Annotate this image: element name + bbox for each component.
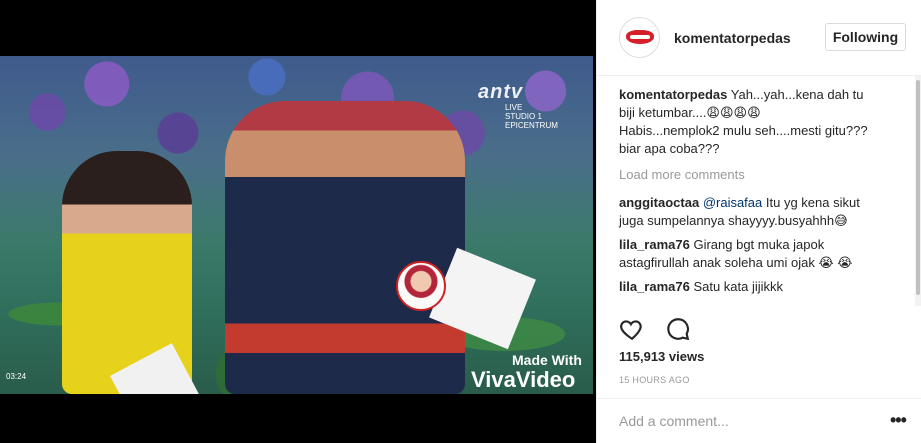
heart-icon[interactable] <box>619 316 645 342</box>
comment-icon[interactable] <box>665 316 691 342</box>
media-area: antv LIVE STUDIO 1 EPICENTRUM Made With … <box>0 0 596 443</box>
channel-live-badge: LIVE STUDIO 1 EPICENTRUM <box>505 103 558 130</box>
load-more-comments-link[interactable]: Load more comments <box>619 166 909 184</box>
post-username[interactable]: komentatorpedas <box>674 30 791 46</box>
post-side-panel: komentatorpedas Following komentatorpeda… <box>596 0 921 443</box>
caption-text: Yah...yah...kena dah tu <box>730 87 864 102</box>
man-figure <box>225 101 465 394</box>
comment-mention[interactable]: @raisafaa <box>703 195 762 210</box>
video-player[interactable]: antv LIVE STUDIO 1 EPICENTRUM Made With … <box>0 56 593 394</box>
comment-text: Girang bgt muka japok <box>689 237 825 252</box>
scrollbar-thumb[interactable] <box>916 80 920 295</box>
caption-text: biar apa coba??? <box>619 141 720 156</box>
comment-text: Itu yg kena sikut <box>762 195 860 210</box>
post-timestamp[interactable]: 15 HOURS AGO <box>619 375 690 385</box>
teeth-logo-icon <box>630 35 650 39</box>
comment-username[interactable]: anggitaoctaa <box>619 195 699 210</box>
comment-item: lila_rama76 Girang bgt muka japok astagf… <box>619 236 909 272</box>
more-options-icon[interactable]: ••• <box>890 410 907 431</box>
overlay-avatar-badge <box>396 261 446 311</box>
watermark-made-with: Made With <box>512 352 582 368</box>
views-count[interactable]: 115,913 views <box>619 349 704 364</box>
comments-list: komentatorpedas Yah...yah...kena dah tu … <box>619 86 909 302</box>
comment-bar: ••• <box>597 398 921 443</box>
avatar[interactable] <box>619 17 660 58</box>
add-comment-input[interactable] <box>619 413 869 429</box>
instagram-post-view: antv LIVE STUDIO 1 EPICENTRUM Made With … <box>0 0 921 443</box>
post-actions <box>619 316 719 342</box>
comments-scrollbar[interactable] <box>915 76 921 306</box>
video-timecode: 03:24 <box>6 372 27 381</box>
comment-item: anggitaoctaa @raisafaa Itu yg kena sikut… <box>619 194 909 230</box>
caption-text: Habis...nemplok2 mulu seh....mesti gitu?… <box>619 123 868 138</box>
caption-username[interactable]: komentatorpedas <box>619 87 727 102</box>
channel-logo: antv <box>478 81 524 103</box>
live-label: LIVE <box>505 103 523 112</box>
following-button[interactable]: Following <box>825 23 906 51</box>
venue-label: EPICENTRUM <box>505 121 558 130</box>
comment-text: juga sumpelannya shayyyy.busyahhh😅 <box>619 213 848 228</box>
comment-item: lila_rama76 Satu kata jijikkk <box>619 278 909 296</box>
caption-text: biji ketumbar....😩😩😩😩 <box>619 105 761 120</box>
studio-label: STUDIO 1 <box>505 112 542 121</box>
watermark-brand: VivaVideo <box>471 367 576 392</box>
comment-username[interactable]: lila_rama76 <box>619 237 690 252</box>
comment-text: Satu kata jijikkk <box>689 279 784 294</box>
comment-text: astagfirullah anak soleha umi ojak 😭 😭 <box>619 255 853 270</box>
post-header: komentatorpedas Following <box>597 0 921 76</box>
comment-username[interactable]: lila_rama76 <box>619 279 690 294</box>
post-caption: komentatorpedas Yah...yah...kena dah tu … <box>619 86 909 158</box>
